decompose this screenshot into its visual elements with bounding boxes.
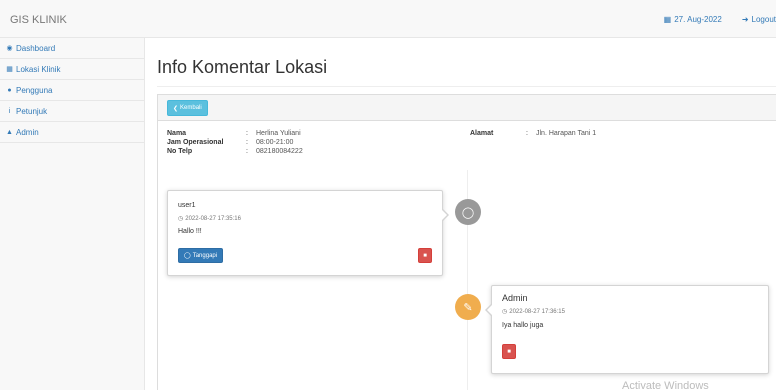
sign-out-icon: ➜ bbox=[741, 15, 749, 24]
logout-text: Logout bbox=[751, 15, 776, 24]
panel-heading: ❮ Kembali bbox=[158, 95, 776, 121]
top-navbar: GIS KLINIK ▦ 27. Aug-2022 ➜ Logout bbox=[0, 0, 776, 38]
table-icon: ▦ bbox=[6, 66, 13, 73]
brand-title[interactable]: GIS KLINIK bbox=[10, 14, 67, 26]
comment-icon: ◯ bbox=[461, 206, 475, 219]
comment-message: Iya hallo juga bbox=[502, 322, 544, 329]
trash-icon: ■ bbox=[507, 348, 511, 355]
delete-button[interactable]: ■ bbox=[502, 344, 516, 359]
sidebar-item-label: Dashboard bbox=[16, 43, 56, 53]
windows-activation-watermark: Activate Windows bbox=[622, 380, 709, 390]
info-label: Nama bbox=[167, 130, 187, 137]
info-colon: : bbox=[246, 139, 248, 146]
back-button-label: Kembali bbox=[180, 105, 202, 111]
clock-icon: ◷ bbox=[502, 309, 508, 315]
title-divider bbox=[157, 86, 776, 87]
sidebar-item-label: Admin bbox=[16, 127, 39, 137]
calendar-icon: ▦ bbox=[663, 15, 672, 24]
sidebar-item-lokasi-klinik[interactable]: ▦ Lokasi Klinik bbox=[0, 59, 144, 80]
sidebar: ◉ Dashboard ▦ Lokasi Klinik ● Pengguna i… bbox=[0, 38, 145, 390]
page-title: Info Komentar Lokasi bbox=[157, 57, 328, 77]
users-icon: ● bbox=[7, 86, 12, 94]
reply-button-label: Tanggapi bbox=[192, 252, 218, 259]
sidebar-item-label: Pengguna bbox=[16, 85, 53, 95]
info-icon: i bbox=[8, 107, 11, 115]
dashboard-icon: ◉ bbox=[6, 45, 13, 52]
info-row-alamat: Alamat : Jln. Harapan Tani 1 bbox=[470, 129, 596, 138]
date-display[interactable]: ▦ 27. Aug-2022 bbox=[664, 15, 722, 24]
trash-icon: ■ bbox=[423, 252, 427, 259]
info-value: Jln. Harapan Tani 1 bbox=[536, 130, 597, 137]
back-button[interactable]: ❮ Kembali bbox=[167, 100, 208, 116]
info-value: 082180084222 bbox=[256, 148, 303, 155]
info-value: Herlina Yuliani bbox=[256, 130, 301, 137]
info-label: No Telp bbox=[167, 148, 193, 155]
sidebar-item-petunjuk[interactable]: i Petunjuk bbox=[0, 101, 144, 122]
navbar-right: ▦ 27. Aug-2022 ➜ Logout bbox=[664, 15, 776, 24]
comment-icon: ◯ bbox=[184, 253, 191, 259]
reply-card: Admin ◷ 2022-08-27 17:36:15 Iya hallo ju… bbox=[485, 285, 769, 374]
delete-button[interactable]: ■ bbox=[418, 248, 432, 263]
logout-link[interactable]: ➜ Logout bbox=[742, 15, 776, 24]
clock-icon: ◷ bbox=[178, 216, 184, 222]
sidebar-item-label: Lokasi Klinik bbox=[16, 64, 61, 74]
card-arrow bbox=[441, 208, 449, 222]
comment-panel: ❮ Kembali Nama : Herlina Yuliani Jam Ope… bbox=[157, 94, 776, 390]
date-text: 27. Aug-2022 bbox=[674, 15, 722, 24]
info-row-jam: Jam Operasional : 08:00-21:00 bbox=[167, 138, 303, 147]
sidebar-item-label: Petunjuk bbox=[16, 106, 48, 116]
timeline-badge: ✎ bbox=[455, 294, 481, 320]
timeline-badge: ◯ bbox=[455, 199, 481, 225]
clinic-info: Nama : Herlina Yuliani Jam Operasional :… bbox=[167, 129, 303, 156]
comment-card: user1 ◷ 2022-08-27 17:35:16 Hallo !!! ◯ … bbox=[167, 190, 449, 276]
comment-timestamp: ◷ 2022-08-27 17:36:15 bbox=[502, 308, 565, 316]
user-icon: ▲ bbox=[6, 128, 13, 136]
sidebar-item-admin[interactable]: ▲ Admin bbox=[0, 122, 144, 143]
info-colon: : bbox=[526, 130, 528, 137]
comment-time-text: 2022-08-27 17:35:16 bbox=[185, 215, 241, 222]
comment-author: Admin bbox=[502, 293, 528, 303]
info-label: Jam Operasional bbox=[167, 139, 224, 146]
info-value: 08:00-21:00 bbox=[256, 139, 294, 146]
edit-icon: ✎ bbox=[463, 301, 473, 314]
card-arrow bbox=[485, 303, 493, 317]
sidebar-item-dashboard[interactable]: ◉ Dashboard bbox=[0, 38, 144, 59]
info-colon: : bbox=[246, 130, 248, 137]
reply-button[interactable]: ◯ Tanggapi bbox=[178, 248, 224, 263]
comment-time-text: 2022-08-27 17:36:15 bbox=[509, 308, 565, 315]
comment-timestamp: ◷ 2022-08-27 17:35:16 bbox=[178, 215, 241, 223]
info-label: Alamat bbox=[470, 130, 494, 137]
arrow-left-icon: ❮ bbox=[173, 105, 179, 112]
info-row-telp: No Telp : 082180084222 bbox=[167, 147, 303, 156]
comment-message: Hallo !!! bbox=[178, 228, 202, 235]
info-colon: : bbox=[246, 148, 248, 155]
sidebar-item-pengguna[interactable]: ● Pengguna bbox=[0, 80, 144, 101]
info-row-nama: Nama : Herlina Yuliani bbox=[167, 129, 303, 138]
comment-author: user1 bbox=[178, 202, 196, 209]
